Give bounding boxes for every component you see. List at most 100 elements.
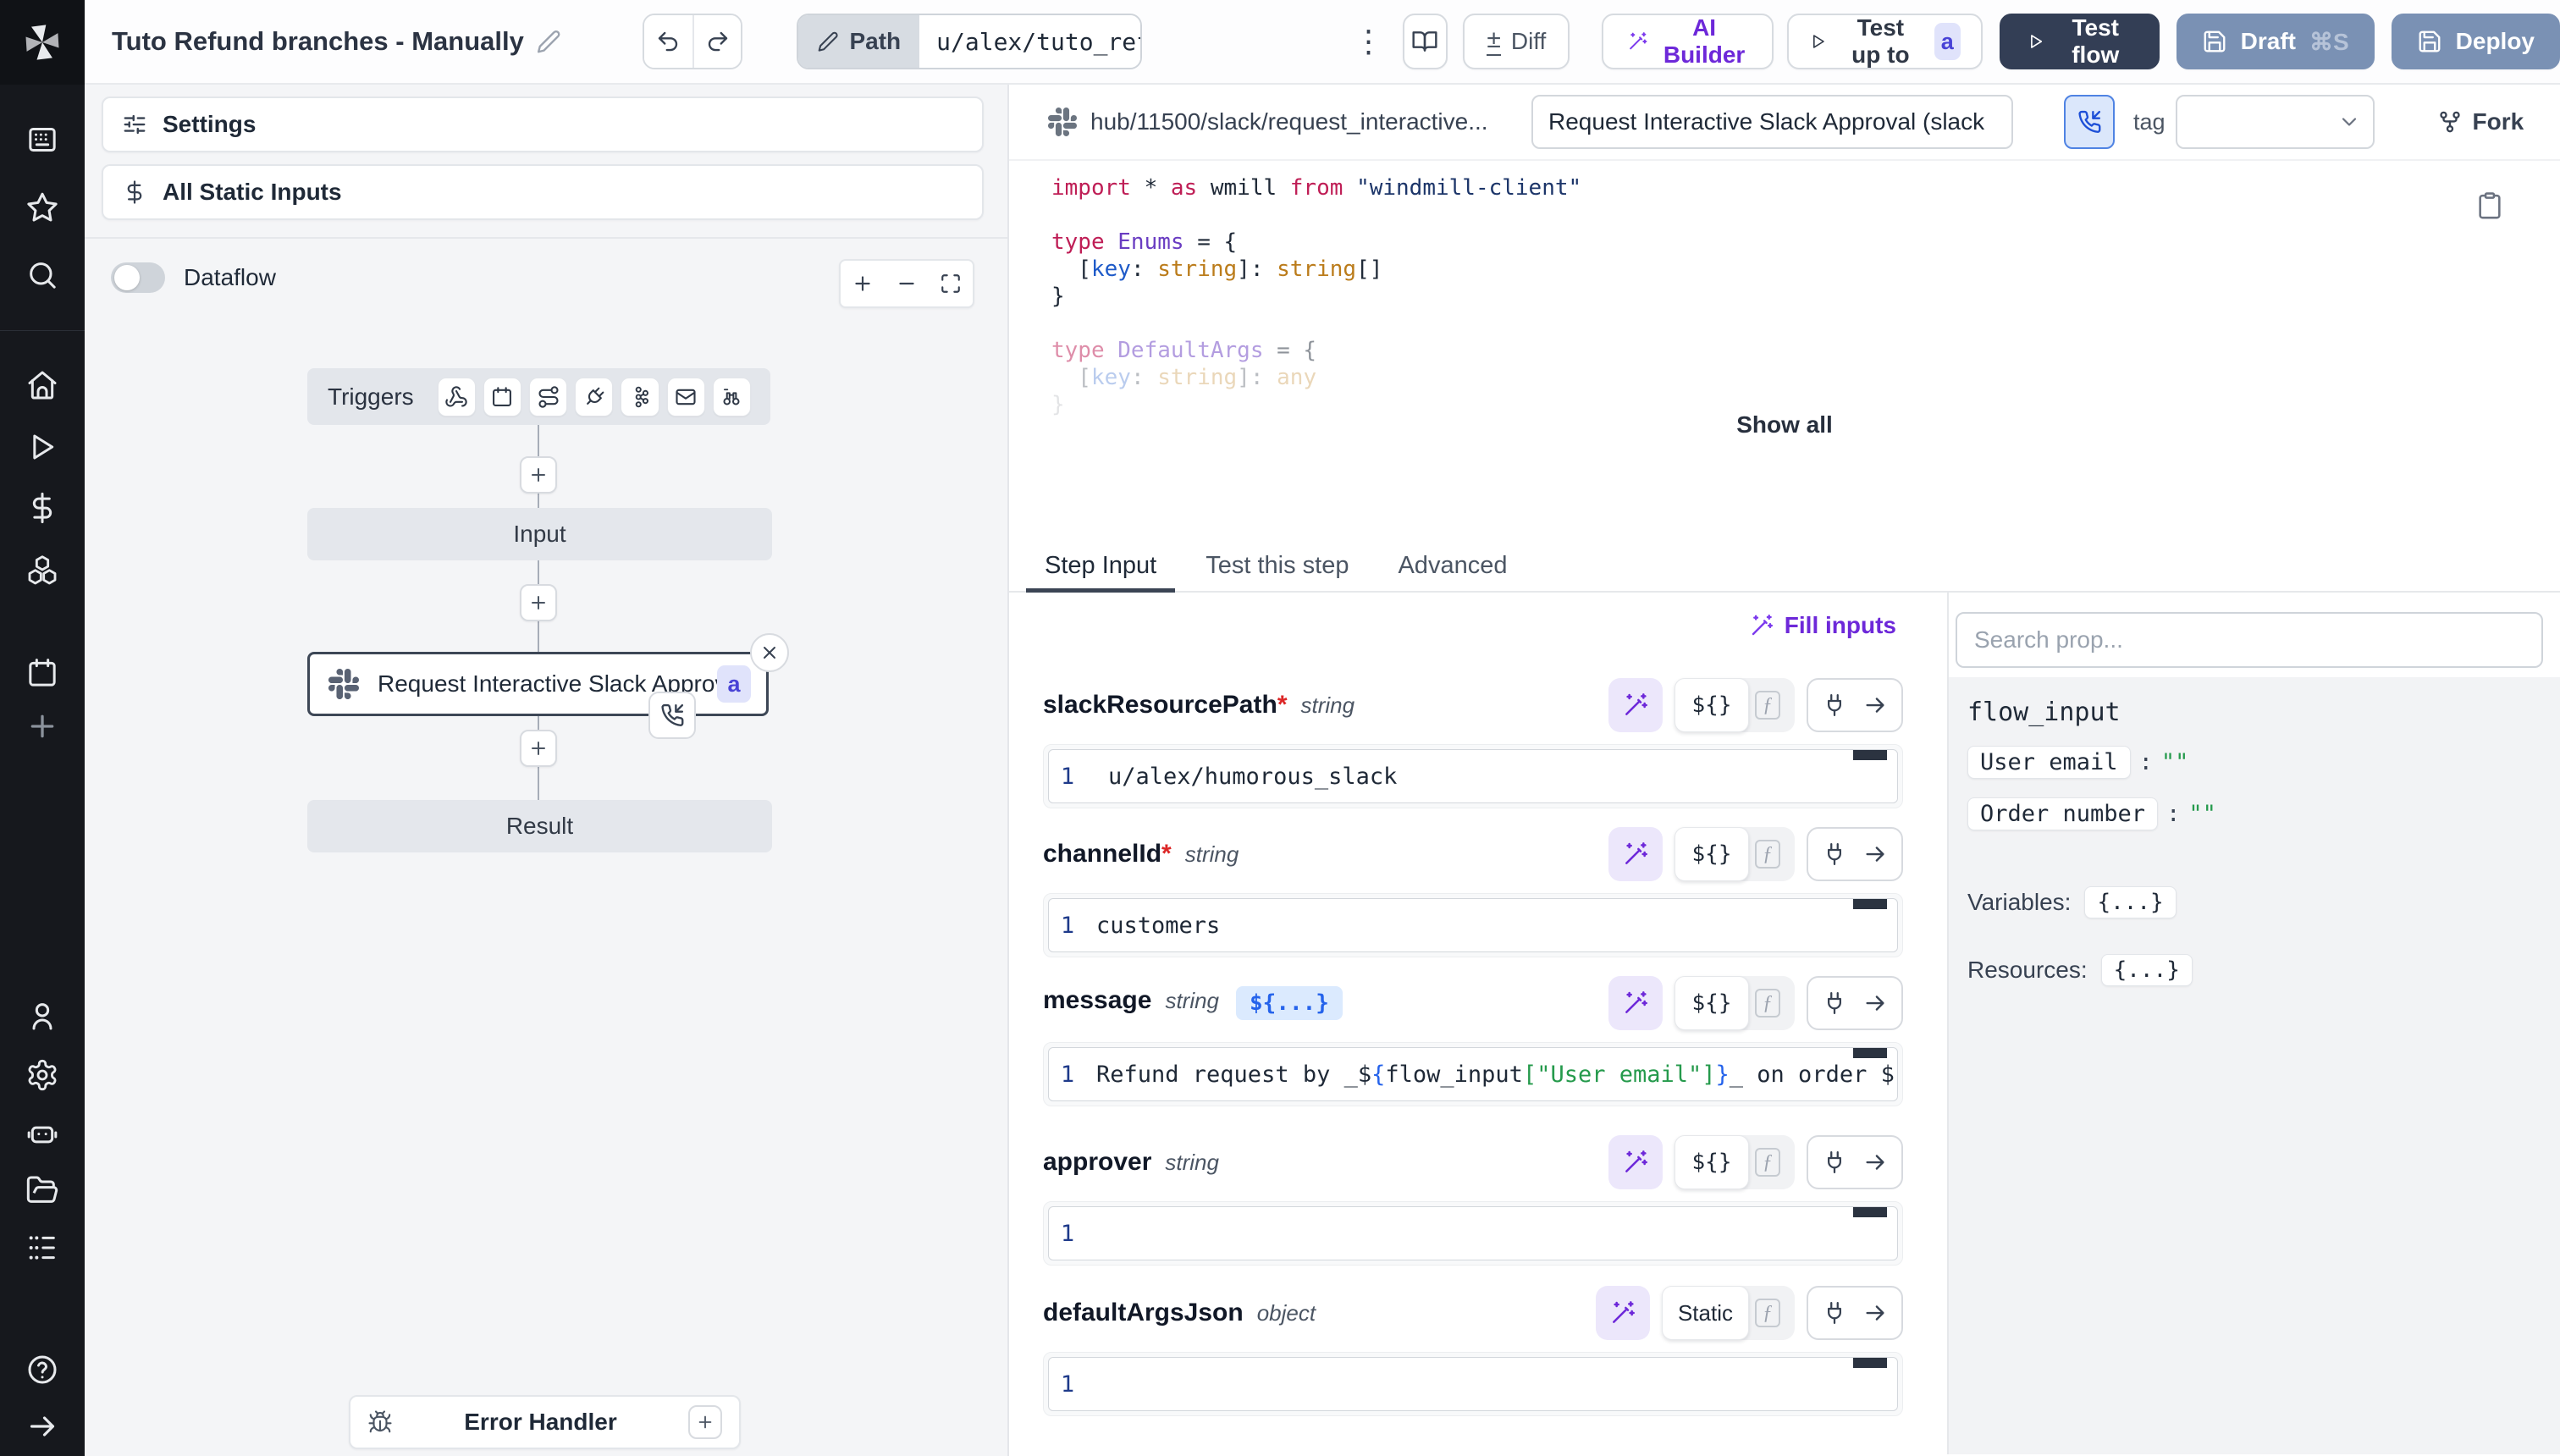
- flow-settings-button[interactable]: Settings: [102, 97, 984, 152]
- diff-button[interactable]: ±Diff: [1463, 14, 1570, 69]
- hub-script-path[interactable]: hub/11500/slack/request_interactive...: [1090, 108, 1518, 135]
- ai-fill-field-button[interactable]: [1608, 827, 1663, 881]
- plug-icon[interactable]: [1822, 692, 1847, 718]
- step-summary-input[interactable]: [1531, 95, 2013, 149]
- static-mode-button[interactable]: Static: [1662, 1286, 1749, 1340]
- docs-book-button[interactable]: [1403, 14, 1448, 69]
- plug-icon[interactable]: [1822, 841, 1847, 867]
- ai-fill-field-button[interactable]: [1608, 976, 1663, 1030]
- field-editor[interactable]: 1 Refund request by _${flow_input["User …: [1043, 1042, 1903, 1106]
- more-options-icon[interactable]: ⋮: [1354, 16, 1384, 67]
- prop-key-chip[interactable]: User email: [1967, 746, 2131, 779]
- ai-fill-field-button[interactable]: [1608, 1135, 1663, 1189]
- webhook-trigger-icon[interactable]: [438, 378, 476, 416]
- arrow-right-icon[interactable]: [1862, 692, 1888, 718]
- field-value[interactable]: Refund request by _${flow_input["User em…: [1086, 1062, 1897, 1088]
- expand-sidebar-icon[interactable]: [25, 1409, 60, 1444]
- groups-list-icon[interactable]: [25, 1230, 60, 1266]
- workspace-apps-icon[interactable]: [25, 122, 60, 157]
- field-editor[interactable]: 1: [1043, 1201, 1903, 1266]
- arrow-right-icon[interactable]: [1862, 841, 1888, 867]
- javascript-mode-button[interactable]: ƒ: [1749, 687, 1786, 724]
- path-value[interactable]: u/alex/tuto_refund_branches_: [919, 15, 1139, 68]
- suspend-phone-badge[interactable]: [648, 692, 696, 739]
- arrow-right-icon[interactable]: [1862, 1150, 1888, 1175]
- show-all-button[interactable]: Show all: [1009, 411, 2560, 438]
- path-control[interactable]: Path u/alex/tuto_refund_branches_: [797, 14, 1141, 69]
- home-icon[interactable]: [25, 367, 60, 403]
- folders-icon[interactable]: [25, 1172, 60, 1208]
- field-value[interactable]: u/alex/humorous_slack: [1096, 764, 1397, 790]
- test-up-to-button[interactable]: Test up toa: [1787, 14, 1983, 69]
- runs-icon[interactable]: [25, 429, 60, 465]
- result-node[interactable]: Result: [307, 800, 772, 852]
- tab-advanced[interactable]: Advanced: [1379, 540, 1526, 591]
- dataflow-toggle[interactable]: [111, 262, 165, 293]
- favorites-star-icon[interactable]: [25, 190, 60, 225]
- ai-builder-button[interactable]: AI Builder: [1602, 14, 1773, 69]
- account-icon[interactable]: [25, 998, 60, 1034]
- field-editor[interactable]: 1 customers: [1043, 893, 1903, 957]
- javascript-mode-button[interactable]: ƒ: [1749, 836, 1786, 873]
- javascript-mode-button[interactable]: ƒ: [1749, 984, 1786, 1022]
- test-flow-button[interactable]: Test flow: [2000, 14, 2160, 69]
- zoom-out-icon[interactable]: [892, 269, 921, 298]
- undo-button[interactable]: [644, 15, 692, 68]
- insert-step-button[interactable]: [520, 584, 557, 621]
- slack-approval-step-node[interactable]: Request Interactive Slack Approval (... …: [307, 652, 769, 716]
- error-handler-node[interactable]: Error Handler: [349, 1395, 741, 1449]
- add-icon[interactable]: [25, 709, 60, 744]
- redo-button[interactable]: [692, 15, 742, 68]
- websocket-trigger-icon[interactable]: [575, 378, 613, 416]
- tag-select[interactable]: [2176, 95, 2375, 149]
- template-mode-button[interactable]: ${}: [1674, 976, 1749, 1030]
- insert-step-button[interactable]: [520, 730, 557, 767]
- schedule-trigger-icon[interactable]: [483, 378, 521, 416]
- http-route-trigger-icon[interactable]: [529, 378, 567, 416]
- plug-icon[interactable]: [1822, 1300, 1847, 1326]
- plug-icon[interactable]: [1822, 1150, 1847, 1175]
- field-editor[interactable]: 1 u/alex/humorous_slack: [1043, 744, 1903, 808]
- javascript-mode-button[interactable]: ƒ: [1749, 1294, 1786, 1332]
- fork-button[interactable]: Fork: [2437, 108, 2524, 135]
- windmill-logo[interactable]: [0, 0, 85, 85]
- input-node[interactable]: Input: [307, 508, 772, 560]
- poll-trigger-icon[interactable]: [713, 378, 751, 416]
- help-icon[interactable]: [25, 1352, 60, 1387]
- email-trigger-icon[interactable]: [667, 378, 705, 416]
- schedules-icon[interactable]: [25, 655, 60, 691]
- plug-icon[interactable]: [1822, 990, 1847, 1016]
- template-mode-button[interactable]: ${}: [1674, 678, 1749, 732]
- javascript-mode-button[interactable]: ƒ: [1749, 1144, 1786, 1181]
- prop-key-chip[interactable]: Order number: [1967, 797, 2158, 830]
- insert-step-button[interactable]: [520, 456, 557, 494]
- fit-view-icon[interactable]: [936, 269, 965, 298]
- all-static-inputs-button[interactable]: All Static Inputs: [102, 164, 984, 220]
- settings-gear-icon[interactable]: [25, 1057, 60, 1093]
- zoom-in-icon[interactable]: [848, 269, 877, 298]
- tab-step-input[interactable]: Step Input: [1026, 540, 1175, 591]
- workers-bot-icon[interactable]: [25, 1115, 60, 1150]
- triggers-node[interactable]: Triggers: [307, 368, 770, 425]
- path-label[interactable]: Path: [798, 15, 919, 68]
- search-icon[interactable]: [25, 257, 60, 293]
- deploy-button[interactable]: Deploy: [2392, 14, 2560, 69]
- ai-fill-field-button[interactable]: [1608, 678, 1663, 732]
- resources-chip[interactable]: {...}: [2101, 954, 2193, 986]
- kafka-trigger-icon[interactable]: [621, 378, 659, 416]
- fill-inputs-button[interactable]: Fill inputs: [1749, 612, 1896, 639]
- field-editor[interactable]: 1: [1043, 1352, 1903, 1416]
- remove-step-button[interactable]: [750, 633, 789, 672]
- variables-chip[interactable]: {...}: [2084, 886, 2176, 918]
- tab-test-this-step[interactable]: Test this step: [1187, 540, 1367, 591]
- add-error-handler-icon[interactable]: [688, 1405, 722, 1439]
- code-preview[interactable]: import * as wmill from "windmill-client"…: [1009, 161, 2560, 540]
- template-mode-button[interactable]: ${}: [1674, 827, 1749, 881]
- resources-icon[interactable]: [25, 552, 60, 587]
- edit-title-icon[interactable]: [536, 29, 561, 54]
- field-value[interactable]: customers: [1096, 913, 1220, 939]
- draft-button[interactable]: Draft⌘S: [2177, 14, 2375, 69]
- ai-fill-field-button[interactable]: [1596, 1286, 1650, 1340]
- search-prop-input[interactable]: [1956, 612, 2543, 668]
- arrow-right-icon[interactable]: [1862, 1300, 1888, 1326]
